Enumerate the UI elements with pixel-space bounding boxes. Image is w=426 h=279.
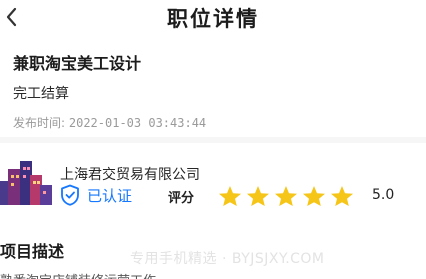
description-preview: 熟悉淘宝店铺装修运营工作，能够适合上班 <box>0 270 160 279</box>
star-icon <box>275 186 297 206</box>
section-title: 项目描述 <box>0 242 65 261</box>
star-icon <box>331 186 353 206</box>
star-shape <box>219 186 241 206</box>
shield-icon <box>61 184 79 206</box>
app-header: 职位详情 <box>0 0 426 34</box>
back-button[interactable] <box>0 4 26 30</box>
star-shape <box>275 186 297 206</box>
page-title: 职位详情 <box>167 7 259 31</box>
star-shape <box>331 186 353 206</box>
publish-time-label: 发布时间: <box>13 116 66 130</box>
star-shape <box>303 186 325 206</box>
publish-time-value: 2022-01-03 03:43:44 <box>68 116 207 130</box>
company-logo[interactable] <box>0 157 52 205</box>
job-title: 兼职淘宝美工设计 <box>13 54 142 73</box>
verified-badge: 已认证 <box>60 184 132 206</box>
star-icon <box>303 186 325 206</box>
chevron-left-icon <box>6 7 17 27</box>
rating-score: 5.0 <box>372 187 395 203</box>
company-name[interactable]: 上海君交贸易有限公司 <box>60 164 200 184</box>
star-icon <box>219 186 241 206</box>
verified-label: 已认证 <box>87 186 133 205</box>
description-text: 熟悉淘宝店铺装修运营工作，能够适合上班 <box>0 270 160 279</box>
rating-label: 评分 <box>168 191 195 206</box>
rating-stars <box>217 185 357 207</box>
star-icon <box>247 186 269 206</box>
star-shape <box>247 186 269 206</box>
section-divider <box>0 137 426 143</box>
city-buildings-icon <box>0 157 52 205</box>
publish-time: 发布时间: 2022-01-03 03:43:44 <box>13 114 206 131</box>
settlement-type: 完工结算 <box>13 86 69 102</box>
watermark: 专用手机精选 · BYJSJXY.COM <box>130 251 325 267</box>
